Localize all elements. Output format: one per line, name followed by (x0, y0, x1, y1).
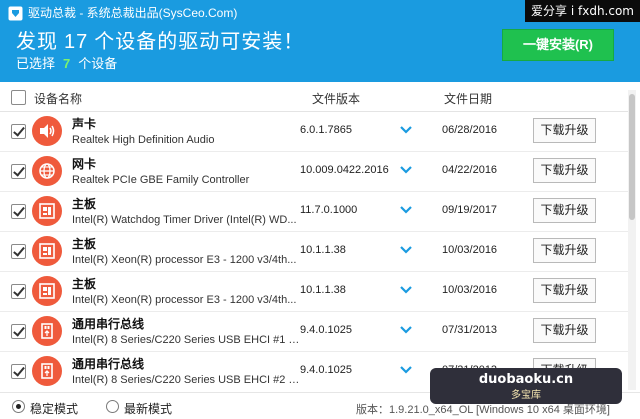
chevron-down-icon[interactable] (399, 324, 413, 336)
device-name: 主板 (72, 237, 97, 251)
select-all-checkbox[interactable] (11, 90, 26, 105)
headline-suffix: 个设备的驱动可安装！ (94, 31, 305, 53)
device-row[interactable]: 主板 Intel(R) Watchdog Timer Driver (Intel… (0, 192, 628, 232)
download-upgrade-button[interactable]: 下载升级 (533, 238, 596, 263)
device-date: 07/31/2013 (442, 324, 498, 336)
device-version: 10.1.1.38 (300, 244, 346, 256)
corner-watermark: 爱分享 i fxdh.com (525, 0, 640, 22)
device-version: 9.4.0.1025 (300, 364, 352, 376)
download-upgrade-button[interactable]: 下载升级 (533, 318, 596, 343)
device-checkbox[interactable] (11, 164, 26, 179)
window-title: 驱动总裁 - 系统总裁出品(SysCeo.Com) (28, 6, 238, 20)
download-upgrade-button[interactable]: 下载升级 (533, 158, 596, 183)
device-checkbox[interactable] (11, 124, 26, 139)
app-logo-icon (8, 6, 23, 21)
device-date: 10/03/2016 (442, 244, 498, 256)
device-description: Intel(R) 8 Series/C220 Series USB EHCI #… (72, 374, 300, 386)
device-name: 主板 (72, 197, 97, 211)
download-upgrade-button[interactable]: 下载升级 (533, 278, 596, 303)
scrollbar-thumb[interactable] (629, 94, 635, 220)
column-device-name: 设备名称 (34, 92, 83, 106)
device-version: 10.1.1.38 (300, 284, 346, 296)
device-date: 04/22/2016 (442, 164, 498, 176)
watermark-site: duobaoku.cn (478, 372, 574, 387)
motherboard-icon (32, 276, 62, 306)
device-description: Intel(R) Watchdog Timer Driver (Intel(R)… (72, 214, 297, 226)
found-headline: 发现 17 个设备的驱动可安装！ (16, 30, 304, 54)
device-checkbox[interactable] (11, 324, 26, 339)
usb-icon (32, 356, 62, 386)
chevron-down-icon[interactable] (399, 364, 413, 376)
motherboard-icon (32, 196, 62, 226)
title-bar[interactable]: 驱动总裁 - 系统总裁出品(SysCeo.Com) 爱分享 i fxdh.com (0, 0, 640, 26)
device-list: 声卡 Realtek High Definition Audio 6.0.1.7… (0, 112, 628, 390)
device-row[interactable]: 声卡 Realtek High Definition Audio 6.0.1.7… (0, 112, 628, 152)
watermark-name: 多宝库 (511, 390, 541, 401)
device-name: 声卡 (72, 117, 97, 131)
device-version: 9.4.0.1025 (300, 324, 352, 336)
device-row[interactable]: 网卡 Realtek PCIe GBE Family Controller 10… (0, 152, 628, 192)
selected-suffix: 个设备 (78, 56, 118, 71)
chevron-down-icon[interactable] (399, 244, 413, 256)
device-checkbox[interactable] (11, 284, 26, 299)
chevron-down-icon[interactable] (399, 124, 413, 136)
device-version: 10.009.0422.2016 (300, 164, 389, 176)
motherboard-icon (32, 236, 62, 266)
selected-count: 7 (63, 56, 71, 71)
list-scrollbar[interactable] (628, 90, 636, 390)
stable-mode-label[interactable]: 稳定模式 (30, 400, 78, 417)
globe-icon (32, 156, 62, 186)
device-date: 06/28/2016 (442, 124, 498, 136)
device-checkbox[interactable] (11, 244, 26, 259)
latest-mode-radio[interactable] (106, 400, 119, 413)
device-name: 通用串行总线 (72, 357, 145, 371)
selected-prefix: 已选择 (16, 56, 56, 71)
device-row[interactable]: 主板 Intel(R) Xeon(R) processor E3 - 1200 … (0, 232, 628, 272)
column-file-date: 文件日期 (444, 92, 493, 106)
chevron-down-icon[interactable] (399, 164, 413, 176)
device-date: 10/03/2016 (442, 284, 498, 296)
chevron-down-icon[interactable] (399, 284, 413, 296)
download-upgrade-button[interactable]: 下载升级 (533, 198, 596, 223)
site-watermark: duobaoku.cn 多宝库 (430, 368, 622, 404)
speaker-icon (32, 116, 62, 146)
selected-summary: 已选择 7 个设备 (16, 56, 117, 72)
device-version: 11.7.0.1000 (300, 204, 358, 216)
chevron-down-icon[interactable] (399, 204, 413, 216)
header-banner: 驱动总裁 - 系统总裁出品(SysCeo.Com) 爱分享 i fxdh.com… (0, 0, 640, 82)
device-name: 网卡 (72, 157, 97, 171)
found-count: 17 (64, 31, 89, 53)
column-file-version: 文件版本 (312, 92, 361, 106)
device-version: 6.0.1.7865 (300, 124, 352, 136)
device-row[interactable]: 主板 Intel(R) Xeon(R) processor E3 - 1200 … (0, 272, 628, 312)
device-description: Intel(R) 8 Series/C220 Series USB EHCI #… (72, 334, 300, 346)
usb-icon (32, 316, 62, 346)
device-row[interactable]: 通用串行总线 Intel(R) 8 Series/C220 Series USB… (0, 312, 628, 352)
device-date: 09/19/2017 (442, 204, 498, 216)
device-name: 主板 (72, 277, 97, 291)
device-description: Intel(R) Xeon(R) processor E3 - 1200 v3/… (72, 294, 297, 306)
stable-mode-radio[interactable] (12, 400, 25, 413)
device-description: Realtek High Definition Audio (72, 134, 215, 146)
install-all-button[interactable]: 一键安装(R) (502, 29, 614, 61)
device-description: Realtek PCIe GBE Family Controller (72, 174, 250, 186)
device-checkbox[interactable] (11, 204, 26, 219)
device-description: Intel(R) Xeon(R) processor E3 - 1200 v3/… (72, 254, 297, 266)
download-upgrade-button[interactable]: 下载升级 (533, 118, 596, 143)
headline-prefix: 发现 (16, 31, 58, 53)
latest-mode-label[interactable]: 最新模式 (124, 400, 172, 417)
device-checkbox[interactable] (11, 364, 26, 379)
device-name: 通用串行总线 (72, 317, 145, 331)
column-header: 设备名称 文件版本 文件日期 (0, 82, 628, 112)
